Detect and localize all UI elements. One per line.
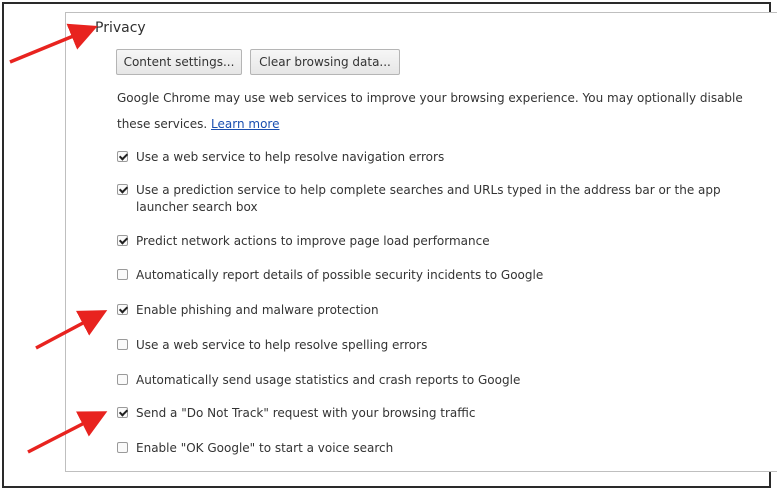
arrow-to-privacy-title-icon xyxy=(9,23,98,64)
arrow-to-do-not-track-option-icon xyxy=(27,411,108,454)
arrow-to-phishing-option-icon xyxy=(35,310,108,350)
annotation-arrows xyxy=(9,23,108,454)
